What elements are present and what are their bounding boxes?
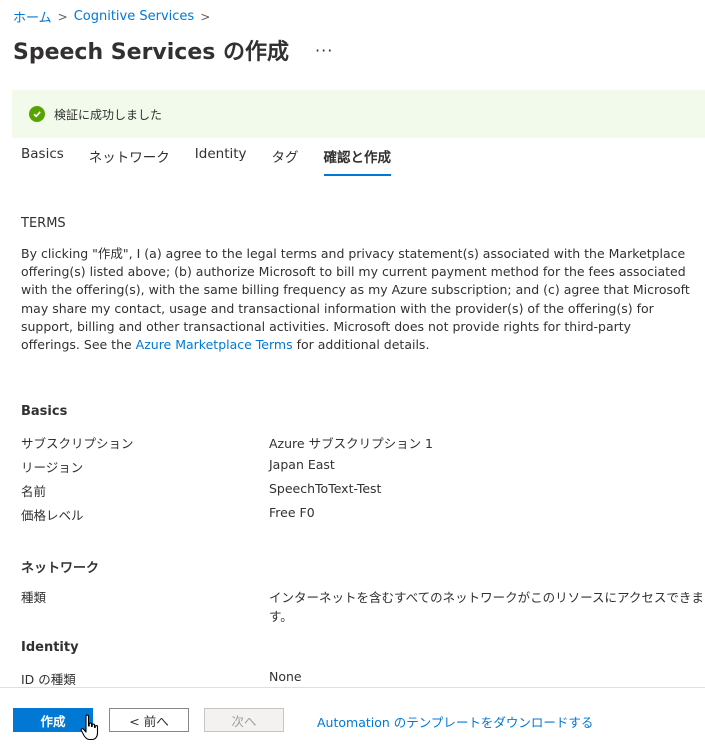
tab-basics[interactable]: Basics	[21, 146, 64, 176]
breadcrumb-separator: >	[57, 9, 68, 24]
previous-button[interactable]: < 前へ	[109, 708, 189, 732]
label-network-type: 種類	[21, 590, 47, 605]
breadcrumb-separator: >	[200, 9, 211, 24]
breadcrumb-cognitive-services-link[interactable]: Cognitive Services	[74, 9, 195, 24]
terms-body: By clicking "作成", I (a) agree to the leg…	[21, 245, 693, 354]
terms-heading: TERMS	[21, 216, 66, 231]
section-heading-identity: Identity	[21, 640, 79, 655]
tab-network[interactable]: ネットワーク	[89, 146, 170, 176]
label-region: リージョン	[21, 460, 84, 475]
azure-marketplace-terms-link[interactable]: Azure Marketplace Terms	[136, 337, 293, 352]
check-circle-icon	[29, 106, 45, 122]
terms-text-end: for additional details.	[292, 337, 430, 353]
page-title: Speech Services の作成	[13, 40, 290, 65]
label-name: 名前	[21, 484, 47, 499]
footer-bar: 作成 < 前へ 次へ Automation のテンプレートをダウンロードする	[0, 687, 705, 748]
section-heading-network: ネットワーク	[21, 561, 100, 576]
validation-success-banner: 検証に成功しました	[12, 90, 705, 138]
hand-cursor-icon	[80, 714, 99, 741]
label-pricing-tier: 価格レベル	[21, 508, 84, 523]
label-subscription: サブスクリプション	[21, 436, 134, 451]
title-row: Speech Services の作成 ···	[13, 34, 333, 66]
tab-identity[interactable]: Identity	[195, 146, 247, 176]
tab-bar: Basics ネットワーク Identity タグ 確認と作成	[21, 146, 416, 176]
tab-tags[interactable]: タグ	[272, 146, 299, 176]
download-template-link[interactable]: Automation のテンプレートをダウンロードする	[317, 712, 593, 731]
banner-text: 検証に成功しました	[54, 107, 163, 122]
value-identity-type: None	[269, 669, 302, 684]
value-region: Japan East	[269, 457, 335, 472]
value-pricing-tier: Free F0	[269, 505, 315, 520]
value-subscription: Azure サブスクリプション 1	[269, 436, 433, 451]
next-button: 次へ	[204, 708, 284, 732]
tab-review-create[interactable]: 確認と作成	[323, 146, 392, 176]
more-options-icon[interactable]: ···	[315, 41, 333, 60]
breadcrumb-home-link[interactable]: ホーム	[13, 7, 52, 26]
section-heading-basics: Basics	[21, 404, 68, 419]
value-network-type: インターネットを含むすべてのネットワークがこのリソースにアクセスできます。	[269, 590, 704, 624]
value-name: SpeechToText-Test	[269, 481, 382, 496]
breadcrumb: ホーム > Cognitive Services >	[13, 7, 210, 26]
label-identity-type: ID の種類	[21, 672, 76, 687]
